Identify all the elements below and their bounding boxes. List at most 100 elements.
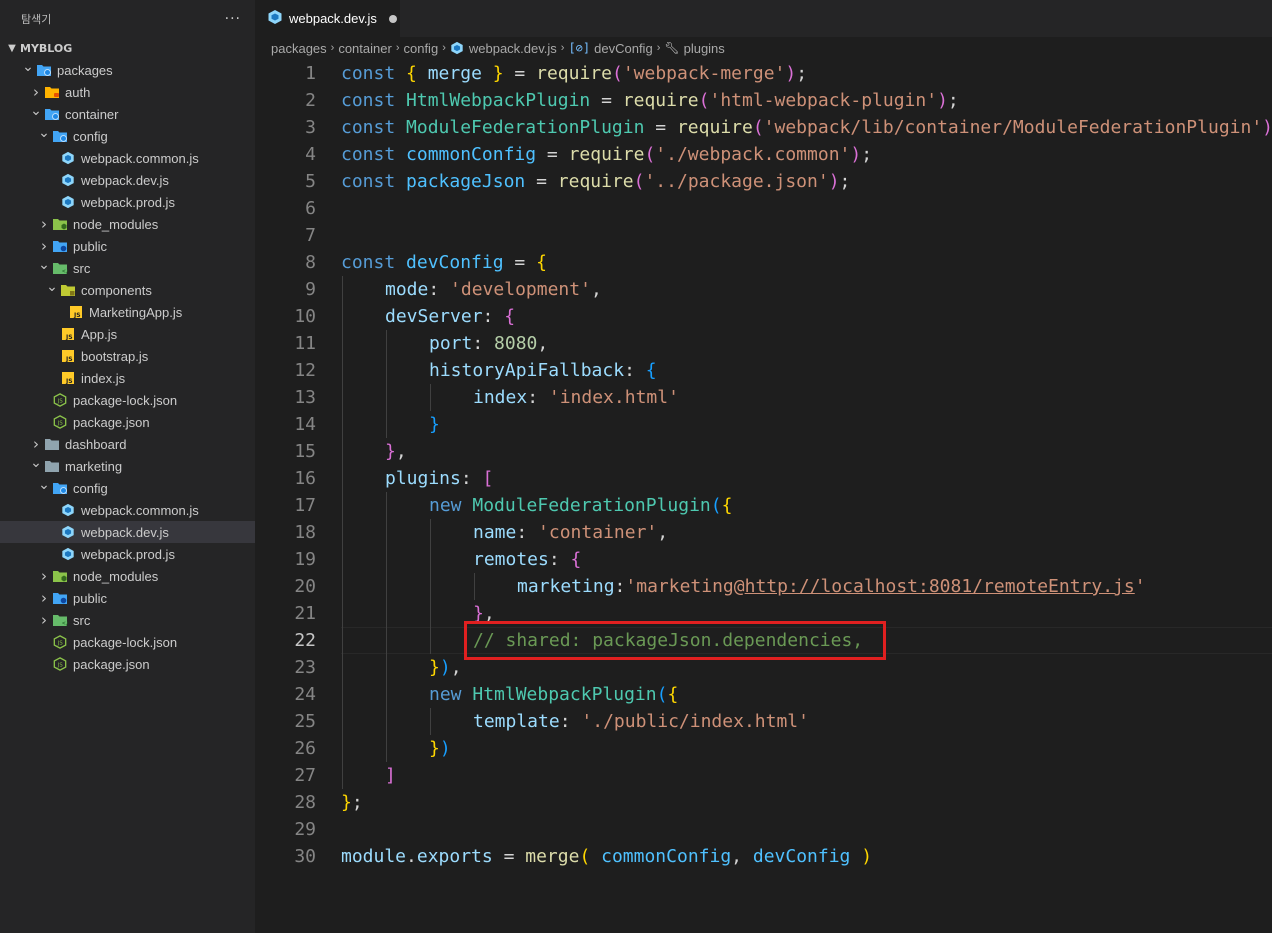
- breadcrumb-item[interactable]: config: [403, 41, 438, 56]
- tree-item[interactable]: › public: [0, 235, 255, 257]
- breadcrumb-item[interactable]: webpack.dev.js: [469, 41, 557, 56]
- tree-item[interactable]: › public: [0, 587, 255, 609]
- tree-item[interactable]: › node_modules: [0, 565, 255, 587]
- tree-item[interactable]: JS package-lock.json: [0, 389, 255, 411]
- indent-guide: [386, 411, 387, 438]
- code-token: ;: [839, 171, 851, 192]
- line-number: 12: [294, 360, 316, 381]
- code-token: HtmlWebpackPlugin: [406, 90, 591, 111]
- code-line: 25 template: './public/index.html': [255, 708, 1272, 735]
- breadcrumb-item[interactable]: container: [338, 41, 391, 56]
- code-token: :: [614, 576, 626, 597]
- folder-icon: [36, 62, 52, 78]
- chevron-right-icon: ›: [656, 42, 661, 54]
- breadcrumb-item[interactable]: devConfig: [594, 41, 653, 56]
- tree-item[interactable]: webpack.common.js: [0, 499, 255, 521]
- code-token: const: [341, 90, 407, 111]
- tree-item[interactable]: webpack.prod.js: [0, 543, 255, 565]
- code-token: index: [473, 387, 528, 408]
- explorer-title: 탐색기: [21, 12, 52, 26]
- indent-guide: [342, 438, 343, 465]
- indent-guide: [342, 600, 343, 627]
- code-token: require: [676, 117, 753, 138]
- chevron-down-icon: ⌄: [38, 257, 50, 273]
- tree-item[interactable]: JS bootstrap.js: [0, 345, 255, 367]
- more-actions-icon[interactable]: ···: [225, 11, 241, 27]
- tree-item[interactable]: ⌄ marketing: [0, 455, 255, 477]
- tree-item[interactable]: ⌄ </> src: [0, 257, 255, 279]
- tree-item-label: webpack.prod.js: [81, 194, 175, 210]
- chevron-down-icon: ⌄: [46, 279, 58, 295]
- indent-guide: [342, 465, 343, 492]
- tree-item-label: package-lock.json: [73, 634, 178, 650]
- code-line: 12 historyApiFallback: {: [255, 357, 1272, 384]
- tree-item[interactable]: webpack.dev.js: [0, 169, 255, 191]
- unsaved-dot-icon[interactable]: [388, 14, 397, 23]
- tree-item[interactable]: ⌄ components: [0, 279, 255, 301]
- code-token: './public/index.html': [581, 711, 809, 732]
- tree-item[interactable]: JS MarketingApp.js: [0, 301, 255, 323]
- tree-item[interactable]: JS package.json: [0, 653, 255, 675]
- tree-item-label: MarketingApp.js: [89, 304, 183, 320]
- breadcrumb-item[interactable]: packages: [271, 41, 327, 56]
- code-token: const: [341, 171, 407, 192]
- code-text: const HtmlWebpackPlugin = require('html-…: [341, 87, 959, 114]
- svg-text:</>: </>: [62, 268, 68, 275]
- code-token: '../package.json': [644, 171, 829, 192]
- tree-item[interactable]: JS package.json: [0, 411, 255, 433]
- line-number: 19: [294, 549, 316, 570]
- line-number: 3: [305, 117, 316, 138]
- code-token: ;: [796, 63, 808, 84]
- tree-item[interactable]: › auth: [0, 81, 255, 103]
- tree-item[interactable]: webpack.dev.js: [0, 521, 255, 543]
- tree-item-label: webpack.common.js: [81, 150, 199, 166]
- indent-guide: [342, 573, 343, 600]
- line-number: 21: [294, 603, 316, 624]
- tree-item[interactable]: webpack.common.js: [0, 147, 255, 169]
- tree-item[interactable]: JS package-lock.json: [0, 631, 255, 653]
- indent-guide: [474, 573, 475, 600]
- code-token: =: [525, 171, 558, 192]
- chevron-right-icon: ›: [41, 567, 47, 585]
- line-number: 10: [294, 306, 316, 327]
- breadcrumb-item[interactable]: plugins: [684, 41, 725, 56]
- line-number: 1: [305, 63, 316, 84]
- tree-item-label: container: [65, 106, 119, 122]
- indent-guide: [342, 276, 343, 303]
- indent-guide: [342, 384, 343, 411]
- tree-item[interactable]: › </> src: [0, 609, 255, 631]
- code-token: ): [439, 738, 451, 759]
- tree-item[interactable]: ⌄ config: [0, 477, 255, 499]
- tree-item[interactable]: ⌄ packages: [0, 59, 255, 81]
- code-token: mode: [385, 279, 429, 300]
- svg-text:JS: JS: [57, 663, 64, 669]
- folder-icon: [44, 84, 60, 100]
- line-number: 25: [294, 711, 316, 732]
- code-token: (: [752, 117, 764, 138]
- line-number: 13: [294, 387, 316, 408]
- workspace-name: MYBLOG: [20, 41, 73, 55]
- tree-item[interactable]: › dashboard: [0, 433, 255, 455]
- workspace-section-header[interactable]: ▼ MYBLOG: [0, 37, 255, 59]
- code-token: require: [622, 90, 699, 111]
- indent-guide: [342, 627, 343, 654]
- line-number: 27: [294, 765, 316, 786]
- svg-text:JS: JS: [65, 356, 73, 363]
- code-token: const: [341, 63, 407, 84]
- tree-item[interactable]: ⌄ config: [0, 125, 255, 147]
- tree-item[interactable]: › node_modules: [0, 213, 255, 235]
- tree-item-label: node_modules: [73, 216, 159, 232]
- code-token: marketing: [517, 576, 615, 597]
- code-line: 29: [255, 816, 1272, 843]
- tree-item[interactable]: JS index.js: [0, 367, 255, 389]
- code-token: (: [633, 171, 645, 192]
- code-token: :: [548, 549, 571, 570]
- line-number: 20: [294, 576, 316, 597]
- tree-item[interactable]: ⌄ container: [0, 103, 255, 125]
- code-token: devConfig: [406, 252, 504, 273]
- explorer-sidebar: 탐색기 ··· ▼ MYBLOG ⌄ packages › auth ⌄ containe…: [0, 0, 255, 933]
- tree-item[interactable]: webpack.prod.js: [0, 191, 255, 213]
- tab-webpack-dev-js[interactable]: webpack.dev.js: [255, 0, 400, 37]
- tree-item[interactable]: JS App.js: [0, 323, 255, 345]
- code-editor[interactable]: 1 const { merge } = require('webpack-merg…: [255, 59, 1272, 933]
